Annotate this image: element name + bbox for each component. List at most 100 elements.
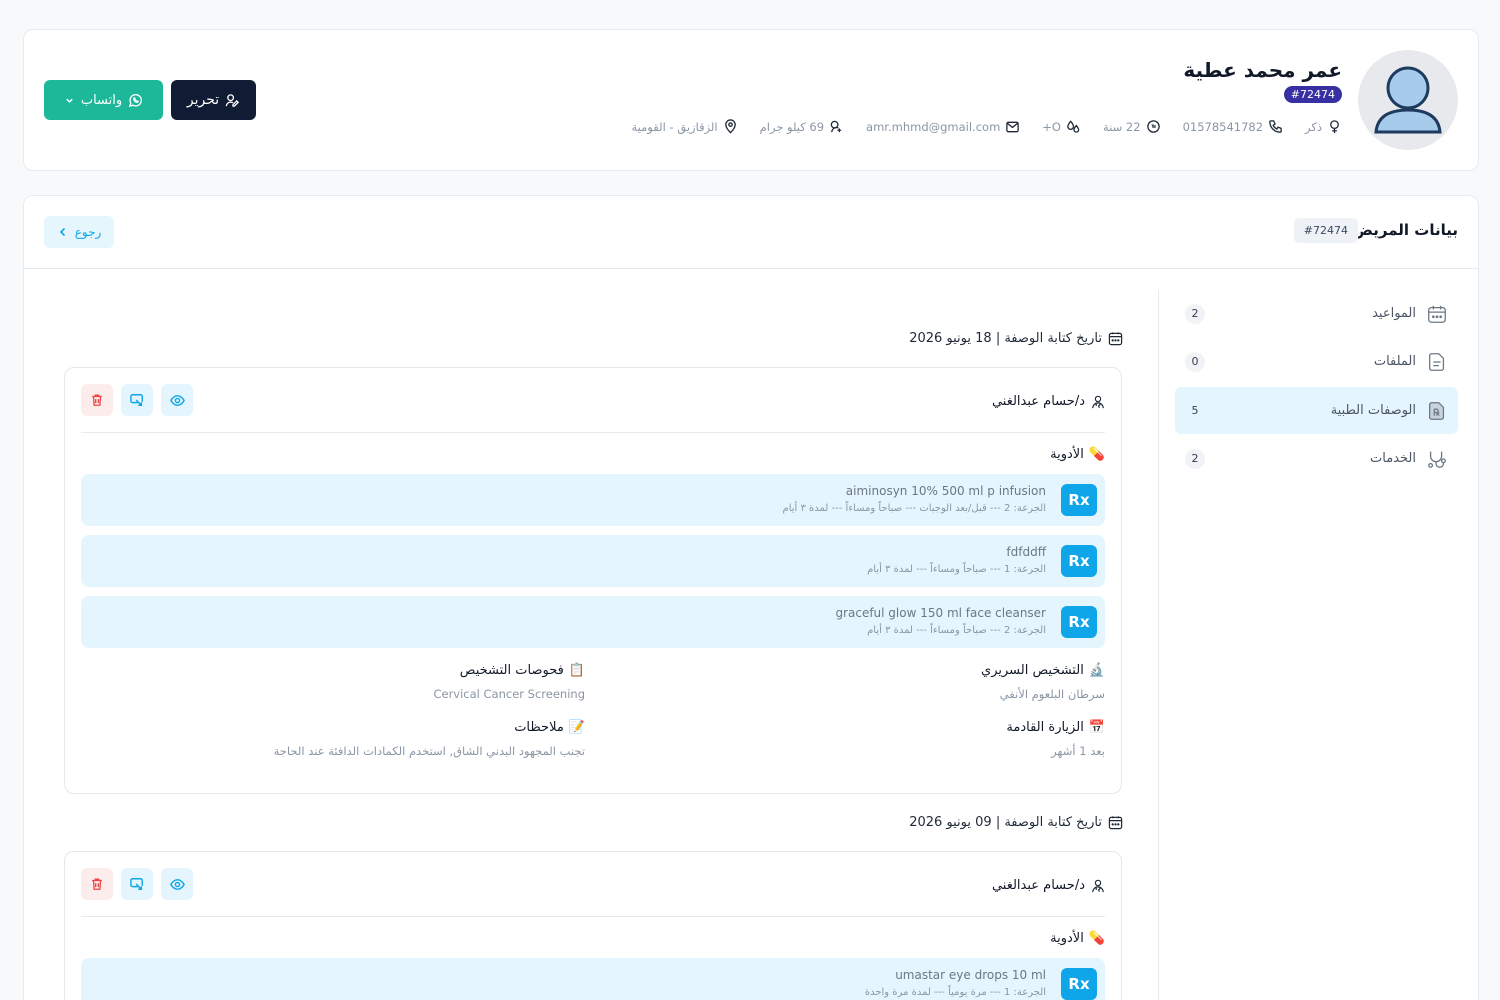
doctor-name: د/حسام عبدالغني xyxy=(991,878,1085,893)
trash-icon xyxy=(92,878,102,890)
refresh-icon xyxy=(130,394,143,406)
notes-value: تجنب المجهود البدني الشاق, استخدم الكماد… xyxy=(273,744,585,758)
delete-button[interactable] xyxy=(81,384,113,416)
rx-icon: Rx xyxy=(1061,545,1097,577)
eye-icon xyxy=(169,394,185,406)
sidebar-item-services[interactable]: الخدمات 2 xyxy=(1175,435,1458,482)
medication-detail: الجرعة: 2 --- قبل/بعد الوجبات --- صباحاً… xyxy=(782,503,1047,514)
prescription-date: تاريخ كتابة الوصفة | 18 يونيو 2026 xyxy=(909,331,1123,346)
prescription-doctor: د/حسام عبدالغني xyxy=(992,878,1105,893)
rx-icon: Rx xyxy=(1061,484,1097,516)
sidebar-item-count: 2 xyxy=(1185,303,1205,324)
medication-item: Rx aiminosyn 10% 500 ml p infusion الجرع… xyxy=(81,474,1105,526)
edit-user-icon xyxy=(225,93,240,107)
sidebar-item-files[interactable]: الملفات 0 xyxy=(1175,338,1458,385)
tests-title: 📋 فحوصات التشخيص xyxy=(460,663,585,678)
sidebar-item-label: المواعيد xyxy=(1372,306,1416,321)
age-info: 22 سنة xyxy=(1103,119,1161,134)
sidebar-item-prescriptions[interactable]: الوصفات الطبية 5 xyxy=(1175,387,1458,434)
sidebar-item-count: 2 xyxy=(1185,448,1205,469)
medication-name: fdfddff xyxy=(1006,545,1046,559)
chevron-down-icon xyxy=(66,98,73,103)
phone-value: 01578541782 xyxy=(1182,119,1264,134)
section-header: بيانات المريض #72474 رجوع xyxy=(24,196,1478,269)
medication-item: Rx umastar eye drops 10 ml الجرعة: 1 ---… xyxy=(81,958,1105,1000)
microscope-icon: 🔬 xyxy=(1088,663,1105,678)
medications-title: 💊 الأدوية xyxy=(1050,931,1105,946)
diagnosis-title: 🔬 التشخيص السريري xyxy=(981,663,1105,678)
prescription-card: د/حسام عبدالغني 💊 الأدوية Rx umastar eye… xyxy=(64,851,1122,1000)
blood-drops-icon xyxy=(1067,120,1080,133)
gender-icon xyxy=(1330,120,1339,134)
medication-detail: الجرعة: 1 --- مرة يومياً --- لمدة مرة وا… xyxy=(864,987,1046,998)
location-info: الزقازيق - القومية xyxy=(632,119,738,134)
phone-info: 01578541782 xyxy=(1183,119,1283,134)
patient-sidebar: المواعيد 2 الملفات 0 الوصفات الطبية 5 ال… xyxy=(1158,290,1478,1000)
patient-info-row: ذكر 01578541782 22 سنة O+ amr.mhmd@gmail… xyxy=(632,119,1342,134)
medications-title: 💊 الأدوية xyxy=(1050,447,1105,462)
calendar-icon xyxy=(1108,816,1123,830)
divider xyxy=(81,432,1105,433)
trash-icon xyxy=(92,394,102,406)
sidebar-item-label: الخدمات xyxy=(1370,451,1416,466)
patient-id-badge: #72474 xyxy=(1283,86,1342,103)
rx-icon: Rx xyxy=(1061,606,1097,638)
weight-info: 69 كيلو جرام xyxy=(760,119,844,134)
weight-value: 69 كيلو جرام xyxy=(759,119,825,134)
sidebar-item-appointments[interactable]: المواعيد 2 xyxy=(1175,290,1458,337)
patient-name: عمر محمد عطية xyxy=(1183,58,1342,82)
phone-icon xyxy=(1269,120,1282,133)
stethoscope-icon xyxy=(1428,451,1446,468)
edit-button-label: تحرير xyxy=(186,92,220,108)
calendar-date-icon: 📅 xyxy=(1088,720,1105,735)
whatsapp-button-label: واتساب xyxy=(80,92,123,108)
tests-value: Cervical Cancer Screening xyxy=(433,687,585,701)
patient-data-card: بيانات المريض #72474 رجوع المواعيد 2 الم… xyxy=(23,195,1479,1000)
doctor-icon xyxy=(1092,395,1104,408)
doctor-icon xyxy=(1092,879,1104,892)
delete-button[interactable] xyxy=(81,868,113,900)
prescription-actions xyxy=(81,384,193,416)
back-button-label: رجوع xyxy=(74,225,102,239)
pill-icon: 💊 xyxy=(1088,447,1105,462)
file-icon xyxy=(1429,352,1445,371)
sidebar-item-count: 5 xyxy=(1191,404,1199,417)
back-button[interactable]: رجوع xyxy=(44,216,114,248)
weight-icon xyxy=(830,120,842,133)
notes-title-label: ملاحظات xyxy=(514,720,564,735)
section-title: بيانات المريض xyxy=(1352,221,1458,239)
whatsapp-icon xyxy=(129,93,143,107)
diagnosis-title-label: التشخيص السريري xyxy=(981,663,1084,678)
whatsapp-button[interactable]: واتساب xyxy=(44,80,163,120)
view-button[interactable] xyxy=(161,384,193,416)
divider xyxy=(81,916,1105,917)
patient-profile-card: عمر محمد عطية #72474 ذكر 01578541782 22 … xyxy=(23,29,1479,171)
next-visit-title: 📅 الزيارة القادمة xyxy=(1006,720,1105,735)
next-visit-value: بعد 1 أشهر xyxy=(1051,744,1105,758)
email-value: amr.mhmd@gmail.com xyxy=(866,119,1001,134)
prescription-actions xyxy=(81,868,193,900)
clipboard-icon: 📋 xyxy=(568,663,585,678)
medication-item: Rx graceful glow 150 ml face cleanser ال… xyxy=(81,596,1105,648)
sidebar-item-count: 0 xyxy=(1185,351,1205,372)
chevron-left-icon xyxy=(59,227,65,237)
renew-button[interactable] xyxy=(121,868,153,900)
renew-button[interactable] xyxy=(121,384,153,416)
medication-name: graceful glow 150 ml face cleanser xyxy=(835,606,1046,620)
section-id-badge: #72474 xyxy=(1293,218,1358,243)
rx-icon: Rx xyxy=(1061,968,1097,1000)
age-value: 22 سنة xyxy=(1102,119,1141,134)
medications-title-label: الأدوية xyxy=(1050,931,1084,946)
tests-title-label: فحوصات التشخيص xyxy=(459,663,564,678)
pill-icon: 💊 xyxy=(1088,931,1105,946)
medications-title-label: الأدوية xyxy=(1050,447,1084,462)
sidebar-item-label: الملفات xyxy=(1373,354,1416,369)
gender-value: ذكر xyxy=(1305,119,1322,134)
prescription-doctor: د/حسام عبدالغني xyxy=(992,394,1105,409)
email-info: amr.mhmd@gmail.com xyxy=(866,119,1020,134)
view-button[interactable] xyxy=(161,868,193,900)
medication-detail: الجرعة: 1 --- صباحاً ومساءاً --- لمدة ٣ … xyxy=(867,564,1046,575)
patient-avatar xyxy=(1358,50,1458,150)
edit-button[interactable]: تحرير xyxy=(171,80,256,120)
prescription-card: د/حسام عبدالغني 💊 الأدوية Rx aiminosyn 1… xyxy=(64,367,1122,794)
